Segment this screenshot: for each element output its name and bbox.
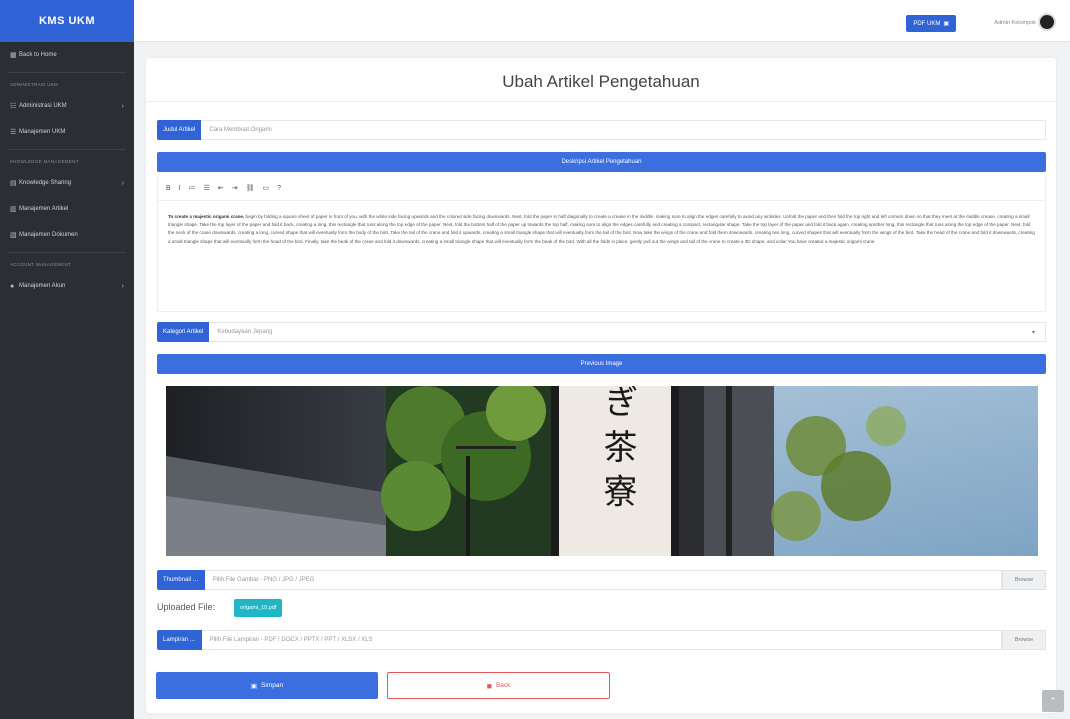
editor-body-text: begin by folding a square sheet of paper… bbox=[168, 214, 1035, 244]
kategori-row: Kategori Artikel Kebudayaan Jepang ▾ bbox=[157, 322, 1046, 342]
back-button[interactable]: ◼ Back bbox=[387, 672, 610, 699]
kategori-value: Kebudayaan Jepang bbox=[217, 329, 273, 335]
toolbar-button[interactable]: ⇤ bbox=[218, 184, 224, 192]
brand-logo[interactable]: KMS UKM bbox=[0, 0, 134, 42]
sidebar-item-label: Manajemen Artikel bbox=[19, 206, 69, 212]
users-icon: ☷ bbox=[10, 103, 17, 110]
sidebar-divider bbox=[8, 72, 126, 73]
book-icon: ▤ bbox=[10, 180, 17, 187]
toolbar-button[interactable]: ⛓ bbox=[246, 184, 255, 192]
sidebar-item[interactable]: ▥ Manajemen Artikel bbox=[0, 196, 134, 222]
sidebar-item[interactable]: ▦ Back to Home bbox=[0, 42, 134, 68]
sidebar-item[interactable]: ☷ Administrasi UKM › bbox=[0, 93, 134, 119]
back-button-label: Back bbox=[495, 682, 511, 689]
chevron-right-icon: › bbox=[121, 179, 124, 187]
toolbar-button[interactable]: I bbox=[179, 185, 181, 192]
preview-image: ぎ 茶 寮 bbox=[166, 386, 1038, 556]
page-title: Ubah Artikel Pengetahuan bbox=[502, 72, 700, 91]
uploaded-file-label: Uploaded File: bbox=[157, 602, 216, 612]
deskripsi-header: Deskripsi Artikel Pengetahuan bbox=[157, 152, 1046, 172]
toolbar-button[interactable]: ▭ bbox=[263, 184, 270, 192]
title-divider bbox=[146, 101, 1056, 102]
description-editor[interactable]: To create a majestic origami crane, begi… bbox=[157, 200, 1046, 312]
thumbnail-row: Thumbnail … Pilih File Gambar - PNG / JP… bbox=[157, 570, 1046, 590]
sidebar-item-label: Administrasi UKM bbox=[19, 103, 67, 109]
lampiran-row: Lampiran … Pilih File Lampiran - PDF / D… bbox=[157, 630, 1046, 650]
sidebar: KMS UKM ▦ Back to Home ADMINISTRASI UKM ☷ Ad… bbox=[0, 0, 134, 719]
content-card: Ubah Artikel Pengetahuan Judul Artikel C… bbox=[146, 58, 1056, 713]
grid-icon: ▦ bbox=[10, 52, 17, 59]
sidebar-item[interactable]: ▧ Manajemen Dokumen bbox=[0, 222, 134, 248]
pdf-button-label: PDF UKM bbox=[913, 20, 941, 27]
topbar: PDF UKM ▣ Admin Kelompok bbox=[134, 0, 1070, 42]
user-name[interactable]: Admin Kelompok bbox=[994, 20, 1036, 26]
toolbar-button[interactable]: ? bbox=[277, 185, 281, 192]
thumbnail-input[interactable]: Pilih File Gambar - PNG / JPG / JPEG bbox=[204, 570, 1002, 590]
list-icon: ☰ bbox=[10, 129, 17, 136]
sign-text: ぎ 茶 寮 bbox=[597, 386, 637, 508]
sidebar-heading: ADMINISTRASI UKM bbox=[10, 82, 59, 87]
toolbar-button[interactable]: ⇥ bbox=[232, 184, 238, 192]
sidebar-heading: KNOWLEDGE MANAGEMENT bbox=[10, 159, 79, 164]
pdf-ukm-button[interactable]: PDF UKM ▣ bbox=[906, 15, 956, 32]
judul-input[interactable]: Cara Membuat Origami bbox=[201, 120, 1046, 140]
sidebar-item[interactable]: ☰ Manajemen UKM bbox=[0, 119, 134, 145]
thumbnail-prefix: Thumbnail … bbox=[157, 570, 205, 590]
sidebar-item[interactable]: ● Manajemen Akun › bbox=[0, 273, 134, 299]
chevron-right-icon: › bbox=[121, 282, 124, 290]
preview-header: Previous Image bbox=[157, 354, 1046, 374]
sidebar-item-label: Manajemen UKM bbox=[19, 129, 66, 135]
sidebar-item-label: Manajemen Dokumen bbox=[19, 232, 78, 238]
scroll-to-top-button[interactable]: ⌃ bbox=[1042, 690, 1064, 712]
judul-prefix: Judul Artikel bbox=[157, 120, 202, 140]
doc-icon: ▧ bbox=[10, 232, 17, 239]
kategori-select[interactable]: Kebudayaan Jepang ▾ bbox=[209, 322, 1046, 342]
sidebar-item-label: Knowledge Sharing bbox=[19, 180, 72, 186]
file-icon: ▥ bbox=[10, 206, 17, 213]
sidebar-item[interactable]: ▤ Knowledge Sharing › bbox=[0, 170, 134, 196]
sidebar-divider bbox=[8, 149, 126, 150]
chevron-down-icon: ▾ bbox=[1031, 329, 1035, 336]
judul-row: Judul Artikel Cara Membuat Origami bbox=[157, 120, 1046, 140]
thumbnail-browse-button[interactable]: Browse bbox=[1002, 570, 1046, 590]
editor-toolbar: B I ≔ ☰ ⇤ ⇥ ⛓ ▭? bbox=[157, 176, 1046, 200]
save-button[interactable]: ▣ Simpan bbox=[156, 672, 378, 699]
preview-image-svg: ぎ 茶 寮 bbox=[166, 386, 1038, 556]
thumbnail-label: Thumbnail bbox=[163, 577, 192, 583]
toolbar-button[interactable]: B bbox=[166, 185, 171, 192]
editor-bold-text: To create a majestic origami crane, bbox=[168, 214, 245, 219]
lampiran-browse-button[interactable]: Browse bbox=[1002, 630, 1046, 650]
uploaded-file-link[interactable]: origami_10.pdf bbox=[234, 599, 283, 617]
sidebar-item-label: Manajemen Akun bbox=[19, 283, 66, 289]
user-icon: ● bbox=[10, 282, 15, 290]
chevron-up-icon: ⌃ bbox=[1049, 695, 1057, 706]
toolbar-button[interactable]: ≔ bbox=[189, 184, 196, 192]
save-icon: ▣ bbox=[250, 682, 258, 690]
file-pdf-icon: ▣ bbox=[943, 21, 949, 27]
back-icon: ◼ bbox=[486, 682, 492, 690]
chevron-right-icon: › bbox=[121, 102, 124, 110]
sidebar-nav: ▦ Back to Home ADMINISTRASI UKM ☷ Administra… bbox=[0, 42, 134, 299]
sidebar-divider bbox=[8, 252, 126, 253]
lampiran-prefix: Lampiran … bbox=[157, 630, 202, 650]
lampiran-label: Lampiran bbox=[163, 637, 189, 643]
avatar[interactable] bbox=[1038, 13, 1056, 31]
save-button-label: Simpan bbox=[261, 682, 284, 689]
toolbar-button[interactable]: ☰ bbox=[204, 184, 210, 192]
sidebar-heading: ACCOUNT MANAGEMENT bbox=[10, 262, 72, 267]
kategori-prefix: Kategori Artikel bbox=[157, 322, 210, 342]
sidebar-item-label: Back to Home bbox=[19, 52, 57, 58]
lampiran-input[interactable]: Pilih File Lampiran - PDF / DOCX / PPTX … bbox=[201, 630, 1002, 650]
